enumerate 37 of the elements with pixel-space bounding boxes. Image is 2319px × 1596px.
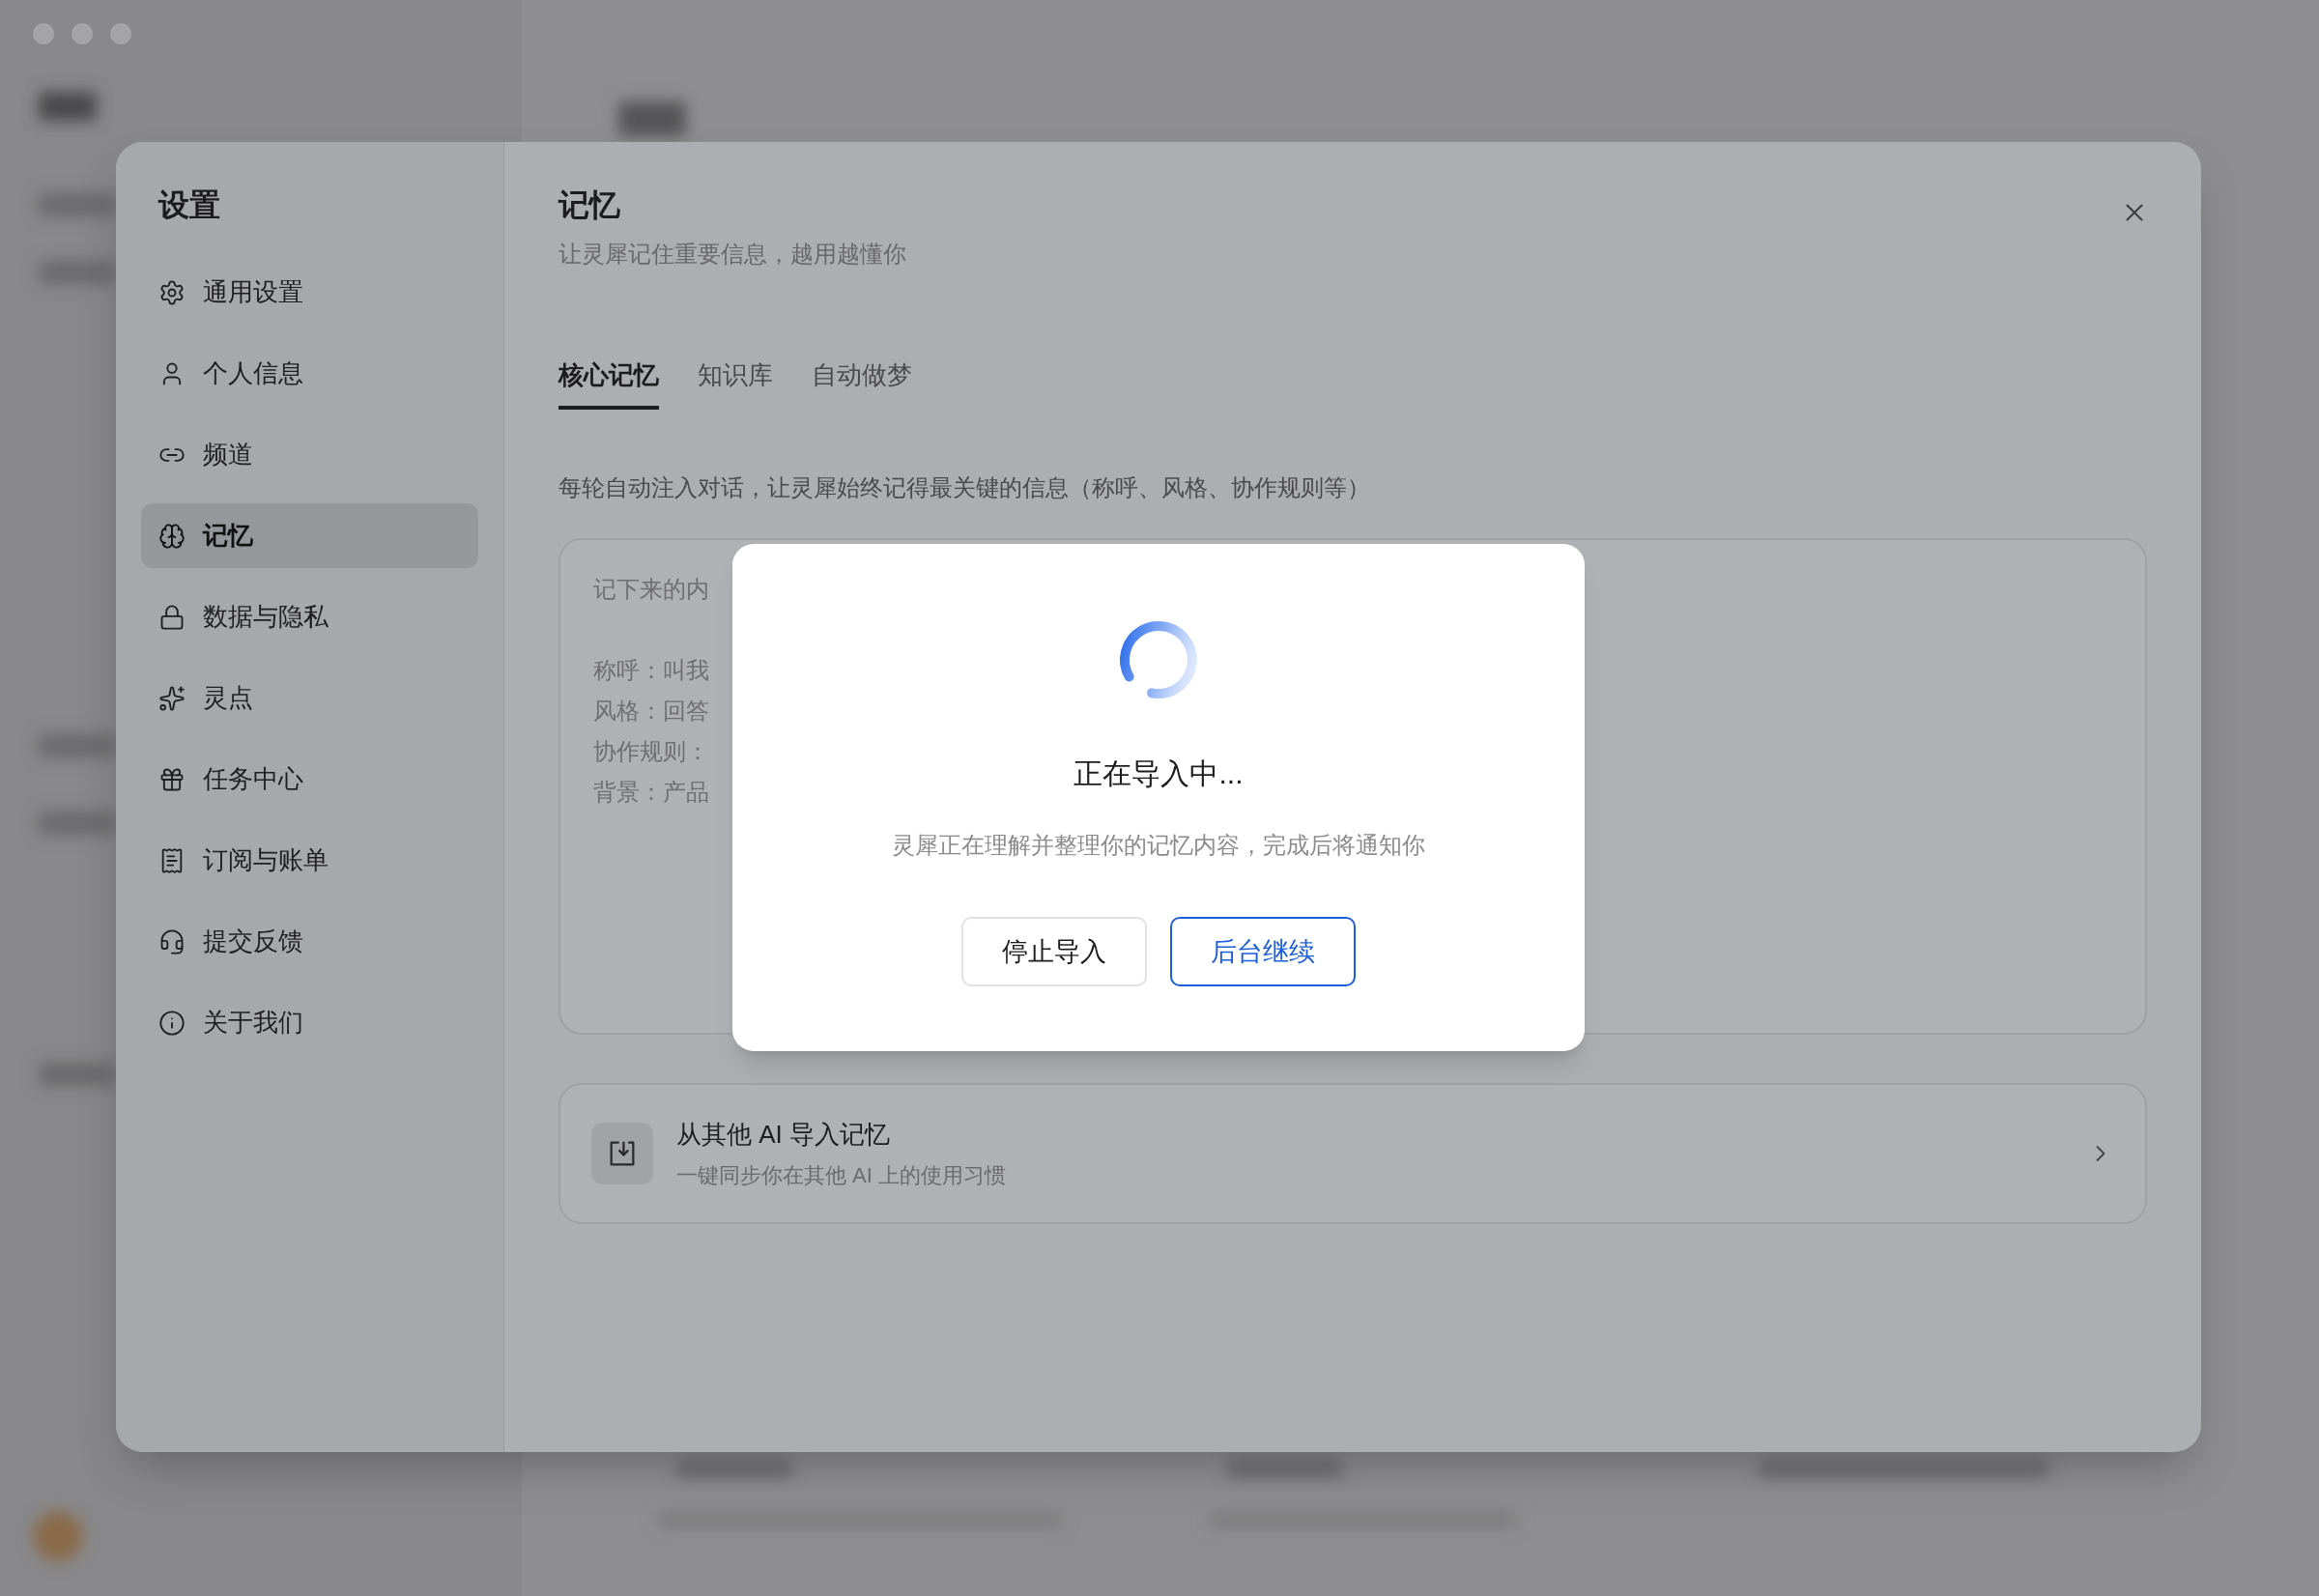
page-subtitle: 让灵犀记住重要信息，越用越懂你 (558, 240, 906, 269)
sidebar-item[interactable]: 任务中心 (141, 747, 478, 812)
sidebar-item[interactable]: 记忆 (141, 503, 478, 568)
info-icon (158, 1009, 186, 1037)
sidebar-item[interactable]: 数据与隐私 (141, 584, 478, 649)
sidebar-item[interactable]: 关于我们 (141, 990, 478, 1055)
brain-icon (158, 522, 186, 550)
sidebar-item[interactable]: 订阅与账单 (141, 828, 478, 893)
sidebar-item[interactable]: 频道 (141, 422, 478, 487)
import-icon (591, 1123, 653, 1184)
dialog-title: 正在导入中... (1074, 756, 1244, 791)
settings-title: 设置 (157, 186, 221, 224)
import-card[interactable]: 从其他 AI 导入记忆 一键同步你在其他 AI 上的使用习惯 (558, 1083, 2147, 1224)
sparkle-icon (158, 684, 186, 712)
sidebar-item[interactable]: 个人信息 (141, 341, 478, 406)
settings-icon (158, 278, 186, 306)
memory-text-line: 协作规则： (593, 737, 709, 766)
tab[interactable]: 自动做梦 (812, 356, 912, 410)
lock-icon (158, 603, 186, 631)
loading-spinner-icon (1117, 618, 1200, 701)
headset-icon (158, 927, 186, 955)
import-card-subtitle: 一键同步你在其他 AI 上的使用习惯 (676, 1162, 1007, 1189)
memory-text-line: 背景：产品 (593, 778, 709, 807)
tab[interactable]: 核心记忆 (558, 356, 659, 410)
tab[interactable]: 知识库 (698, 356, 773, 410)
memory-text-line: 称呼：叫我 (593, 656, 709, 685)
sidebar-item[interactable]: 通用设置 (141, 260, 478, 325)
memory-text-line: 风格：回答 (593, 697, 709, 726)
sidebar-item[interactable]: 灵点 (141, 666, 478, 730)
sidebar-item[interactable]: 提交反馈 (141, 909, 478, 974)
memory-description: 每轮自动注入对话，让灵犀始终记得最关键的信息（称呼、风格、协作规则等） (558, 473, 1371, 502)
memory-text-line: 记下来的内 (593, 575, 709, 604)
import-card-title: 从其他 AI 导入记忆 (676, 1119, 891, 1151)
dialog-message: 灵犀正在理解并整理你的记忆内容，完成后将通知你 (892, 831, 1425, 860)
continue-in-background-button[interactable]: 后台继续 (1170, 917, 1356, 986)
stop-import-button[interactable]: 停止导入 (961, 917, 1147, 986)
page-title: 记忆 (558, 186, 621, 224)
